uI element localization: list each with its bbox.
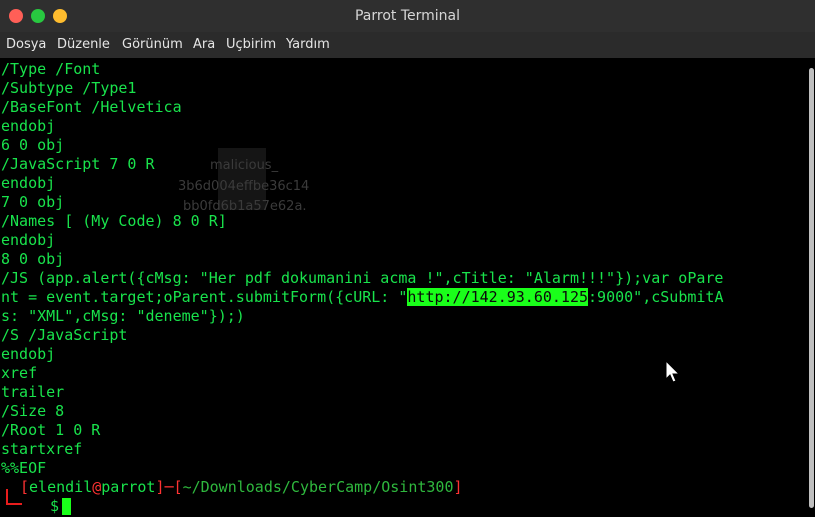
terminal-window: Parrot Terminal Dosya Düzenle Görünüm Ar… bbox=[0, 0, 815, 517]
terminal-line: 7 0 obj bbox=[1, 193, 65, 211]
prompt-corner-glyph bbox=[6, 489, 22, 505]
mouse-pointer-icon bbox=[665, 360, 681, 383]
menu-yardim[interactable]: Yardım bbox=[286, 32, 330, 58]
terminal-line: /Subtype /Type1 bbox=[1, 79, 137, 97]
ghost-text-2: 3b6d004effbe36c14 bbox=[178, 179, 310, 194]
terminal-line: /Names [ (My Code) 8 0 R] bbox=[1, 212, 227, 230]
terminal-line: /Root 1 0 R bbox=[1, 421, 101, 439]
menu-ara[interactable]: Ara bbox=[193, 32, 215, 58]
prompt-separator: ]─[ bbox=[155, 478, 183, 496]
terminal-line: endobj bbox=[1, 231, 56, 249]
menu-ucbirim[interactable]: Uçbirim bbox=[226, 32, 276, 58]
prompt-dollar: $ bbox=[50, 497, 60, 515]
terminal-line: /Type /Font bbox=[1, 60, 101, 78]
shell-prompt: [elendil@parrot]─[~/Downloads/CyberCamp/… bbox=[20, 478, 463, 496]
line-text: :9000",cSubmitA bbox=[588, 288, 724, 306]
terminal-line: /Size 8 bbox=[1, 402, 65, 420]
scrollbar-thumb[interactable] bbox=[809, 68, 814, 508]
terminal-line: endobj bbox=[1, 345, 56, 363]
terminal-line: endobj bbox=[1, 117, 56, 135]
line-text: nt = event.target;oParent.submitForm({cU… bbox=[1, 288, 408, 306]
terminal-line: trailer bbox=[1, 383, 65, 401]
scrollbar[interactable] bbox=[808, 58, 815, 517]
terminal-line: /S /JavaScript bbox=[1, 326, 128, 344]
title-bar[interactable]: Parrot Terminal bbox=[0, 0, 815, 32]
highlighted-url[interactable]: http://142.93.60.125 bbox=[407, 288, 589, 306]
prompt-user: elendil bbox=[29, 478, 93, 496]
terminal-line: s: "XML",cMsg: "deneme"});) bbox=[1, 307, 245, 325]
prompt-host: parrot bbox=[101, 478, 156, 496]
prompt-at: @ bbox=[92, 478, 102, 496]
terminal-line: /JavaScript 7 0 R bbox=[1, 155, 155, 173]
terminal-line: /JS (app.alert({cMsg: "Her pdf dokumanin… bbox=[1, 269, 724, 287]
terminal-line: endobj bbox=[1, 174, 56, 192]
menu-dosya[interactable]: Dosya bbox=[6, 32, 46, 58]
terminal-line: /BaseFont /Helvetica bbox=[1, 98, 182, 116]
terminal-line: %%EOF bbox=[1, 459, 47, 477]
terminal-output[interactable]: malicious_ 3b6d004effbe36c14 bb0fd6b1a57… bbox=[0, 58, 807, 517]
terminal-line: startxref bbox=[1, 440, 83, 458]
terminal-line-with-url: nt = event.target;oParent.submitForm({cU… bbox=[1, 288, 723, 306]
menu-bar: Dosya Düzenle Görünüm Ara Uçbirim Yardım bbox=[0, 32, 815, 58]
terminal-line: 6 0 obj bbox=[1, 136, 65, 154]
ghost-text-1: malicious_ bbox=[210, 158, 279, 173]
prompt-bracket-close: ] bbox=[453, 478, 463, 496]
menu-duzenle[interactable]: Düzenle bbox=[57, 32, 110, 58]
menu-gorunum[interactable]: Görünüm bbox=[122, 32, 183, 58]
terminal-line: xref bbox=[1, 364, 38, 382]
text-cursor[interactable] bbox=[62, 498, 71, 515]
window-title: Parrot Terminal bbox=[354, 8, 461, 24]
prompt-path: ~/Downloads/CyberCamp/Osint300 bbox=[182, 478, 454, 496]
terminal-line: 8 0 obj bbox=[1, 250, 65, 268]
